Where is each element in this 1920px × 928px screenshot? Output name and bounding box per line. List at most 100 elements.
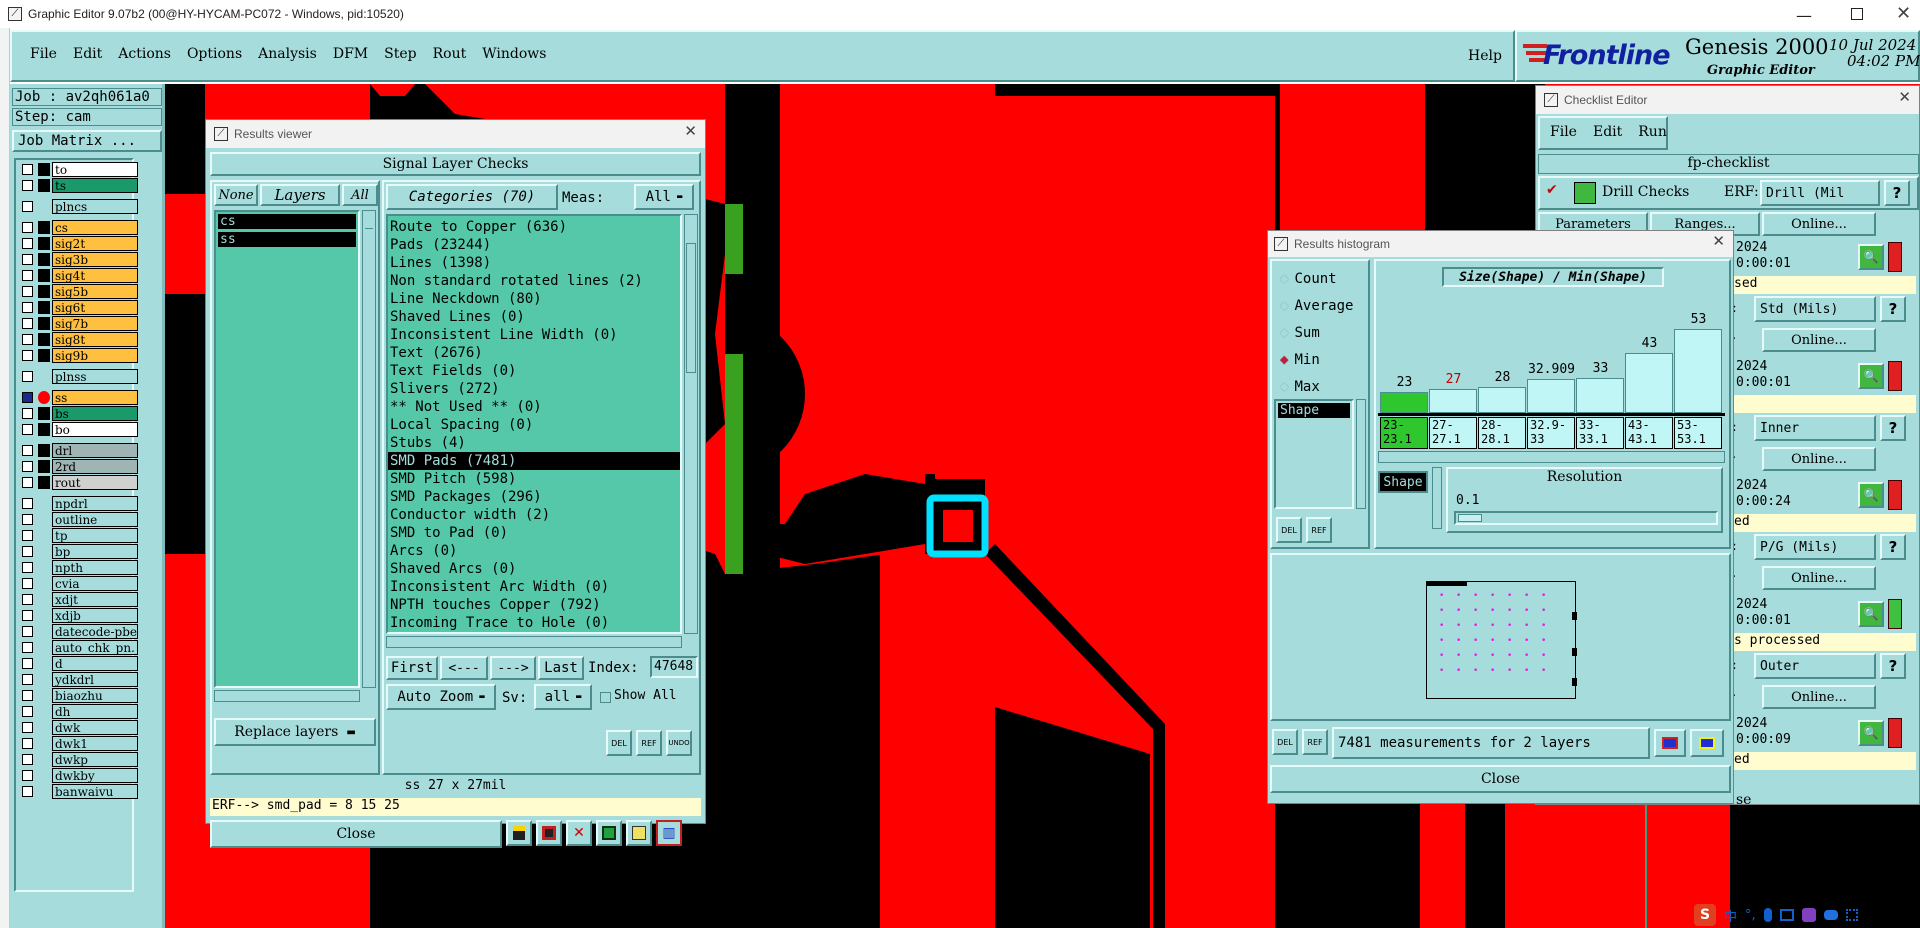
job-matrix-button[interactable]: Job Matrix ... — [12, 130, 162, 152]
histogram-del-button[interactable]: DEL — [1276, 517, 1302, 543]
layer-checkbox[interactable] — [22, 706, 33, 717]
category-item[interactable]: Stubs (4) — [388, 434, 680, 452]
layer-checkbox[interactable] — [22, 578, 33, 589]
results-ref-button[interactable]: REF — [636, 730, 662, 756]
row-erf-dropdown[interactable]: Std (Mils) — [1754, 296, 1876, 322]
category-item[interactable]: SMD Pads (7481) — [388, 452, 680, 470]
row-help-icon[interactable]: ? — [1880, 296, 1906, 322]
category-item[interactable]: Shaved Lines (0) — [388, 308, 680, 326]
layer-row-dwk1[interactable]: dwk1 — [18, 736, 138, 751]
row-erf-dropdown[interactable]: Outer — [1754, 653, 1876, 679]
layer-affected-box[interactable] — [38, 221, 50, 234]
layer-row-ss[interactable]: ss — [18, 390, 138, 405]
histogram-bar[interactable] — [1527, 379, 1575, 413]
preview-del-button[interactable]: DEL — [1272, 729, 1298, 755]
layer-affected-box[interactable] — [38, 317, 50, 330]
layer-affected-box[interactable] — [38, 391, 50, 404]
row-online-button[interactable]: Online... — [1762, 328, 1876, 352]
layer-checkbox[interactable] — [22, 350, 33, 361]
layer-affected-box[interactable] — [38, 513, 50, 526]
menu-windows[interactable]: Windows — [474, 46, 554, 62]
menu-edit[interactable]: Edit — [65, 46, 110, 62]
category-item[interactable]: Inconsistent Arc Width (0) — [388, 578, 680, 596]
zoom-icon[interactable]: 🔍 — [1858, 720, 1884, 746]
category-item[interactable]: Non standard rotated lines (2) — [388, 272, 680, 290]
chart-settings-icon[interactable] — [1690, 729, 1724, 757]
row-erf-dropdown[interactable]: Inner — [1754, 415, 1876, 441]
ime-punct-icon[interactable]: °, — [1745, 908, 1756, 923]
category-item[interactable]: Local Spacing (0) — [388, 416, 680, 434]
help-icon[interactable]: ? — [1884, 180, 1910, 206]
layer-row-banwaivu[interactable]: banwaivu — [18, 784, 138, 799]
layer-row-bo[interactable]: bo — [18, 422, 138, 437]
layers-label-button[interactable]: Layers — [260, 184, 340, 206]
first-button[interactable]: First — [386, 656, 438, 680]
category-item[interactable]: Text Fields (0) — [388, 362, 680, 380]
layer-affected-box[interactable] — [38, 349, 50, 362]
layer-checkbox[interactable] — [22, 424, 33, 435]
results-del-button[interactable]: DEL — [606, 730, 632, 756]
layer-checkbox[interactable] — [22, 722, 33, 733]
layer-checkbox[interactable] — [22, 562, 33, 573]
layer-row-tp[interactable]: tp — [18, 528, 138, 543]
layer-affected-box[interactable] — [38, 407, 50, 420]
stat-option-count[interactable]: ◆ Count — [1272, 265, 1368, 292]
replace-layers-dropdown[interactable]: Replace layers ▬ — [214, 718, 376, 746]
tool-report-icon[interactable] — [626, 820, 652, 846]
tool-histogram-icon[interactable]: ▥ — [656, 820, 682, 846]
resolution-scroll-left[interactable] — [1432, 467, 1442, 529]
status-flag-icon[interactable] — [1888, 480, 1902, 510]
layer-affected-box[interactable] — [38, 593, 50, 606]
layer-row-dwkby[interactable]: dwkby — [18, 768, 138, 783]
layer-row-sig5b[interactable]: sig5b — [18, 284, 138, 299]
layer-affected-box[interactable] — [38, 179, 50, 192]
index-input[interactable]: 47648 — [650, 656, 698, 678]
layer-affected-box[interactable] — [38, 497, 50, 510]
settings-grid-icon[interactable] — [1845, 909, 1858, 921]
category-item[interactable]: Arcs (0) — [388, 542, 680, 560]
results-undo-button[interactable]: UNDO — [666, 730, 692, 756]
layer-affected-box[interactable] — [38, 200, 50, 213]
layer-checkbox[interactable] — [22, 238, 33, 249]
category-item[interactable]: Slivers (272) — [388, 380, 680, 398]
keyboard-icon[interactable] — [1779, 909, 1794, 921]
row-online-button[interactable]: Online... — [1762, 566, 1876, 590]
stat-option-average[interactable]: ◆ Average — [1272, 292, 1368, 319]
layer-affected-box[interactable] — [38, 423, 50, 436]
categories-hscroll[interactable] — [386, 636, 682, 648]
layer-row-datecode-pbe[interactable]: datecode-pbe — [18, 624, 138, 639]
layer-checkbox[interactable] — [22, 477, 33, 488]
layer-row-cvia[interactable]: cvia — [18, 576, 138, 591]
layer-affected-box[interactable] — [38, 673, 50, 686]
row-online-button[interactable]: Online... — [1762, 447, 1876, 471]
layer-affected-box[interactable] — [38, 545, 50, 558]
histogram-bar[interactable] — [1429, 389, 1477, 413]
sv-dropdown[interactable]: all ▬ — [534, 684, 592, 710]
layer-row-ydkdrl[interactable]: ydkdrl — [18, 672, 138, 687]
category-item[interactable]: Pads (23244) — [388, 236, 680, 254]
histogram-bar[interactable] — [1674, 329, 1722, 413]
layer-affected-box[interactable] — [38, 333, 50, 346]
layer-checkbox[interactable] — [22, 445, 33, 456]
layer-row-dwk[interactable]: dwk — [18, 720, 138, 735]
layer-row-d[interactable]: d — [18, 656, 138, 671]
category-item[interactable]: Inconsistent Line Width (0) — [388, 326, 680, 344]
layer-affected-box[interactable] — [38, 476, 50, 489]
layer-affected-box[interactable] — [38, 529, 50, 542]
category-item[interactable]: NPTH touches Copper (792) — [388, 596, 680, 614]
layer-affected-box[interactable] — [38, 561, 50, 574]
layer-affected-box[interactable] — [38, 609, 50, 622]
menu-file[interactable]: File — [22, 46, 65, 62]
histogram-close-icon[interactable]: ✕ — [1712, 232, 1725, 250]
layer-affected-box[interactable] — [38, 721, 50, 734]
layer-checkbox[interactable] — [22, 530, 33, 541]
tool-display-icon[interactable] — [536, 820, 562, 846]
zoom-icon[interactable]: 🔍 — [1858, 244, 1884, 270]
layer-affected-box[interactable] — [38, 577, 50, 590]
menu-actions[interactable]: Actions — [110, 46, 179, 62]
category-item[interactable]: Route to Copper (636) — [388, 218, 680, 236]
layer-row-cs[interactable]: cs — [18, 220, 138, 235]
layer-row-bp[interactable]: bp — [18, 544, 138, 559]
menu-step[interactable]: Step — [376, 46, 424, 62]
layer-row-xdjb[interactable]: xdjb — [18, 608, 138, 623]
